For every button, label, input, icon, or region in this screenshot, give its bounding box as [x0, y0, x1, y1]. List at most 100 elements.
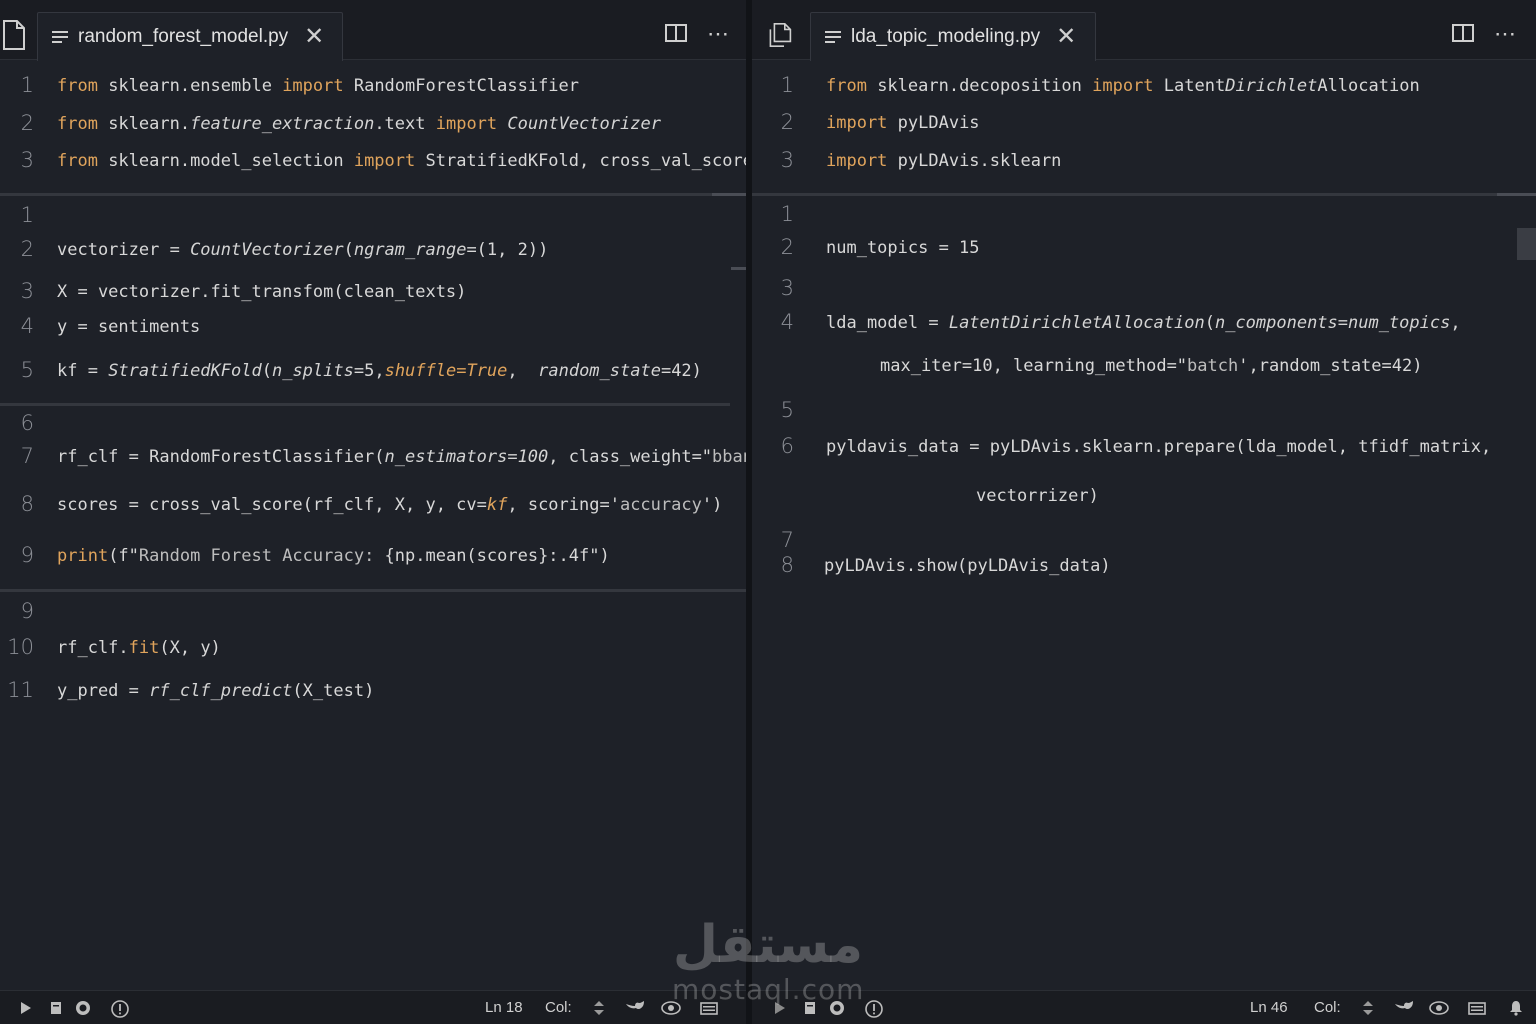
- code-token: Dirichlet: [1225, 76, 1318, 96]
- code-line[interactable]: rf_clf.fit(X, y): [57, 638, 221, 658]
- code-token: '): [701, 495, 723, 515]
- line-number: 1: [780, 202, 794, 226]
- code-token: sklearn.model_selection: [97, 151, 354, 171]
- scrollbar-thumb[interactable]: [1517, 228, 1536, 260]
- split-editor-icon[interactable]: [665, 24, 687, 42]
- scrollbar-marker[interactable]: [712, 193, 746, 196]
- code-token: (f": [108, 546, 139, 566]
- code-line[interactable]: scores = cross_val_score(rf_clf, X, y, c…: [57, 495, 722, 515]
- bell-icon[interactable]: [1508, 1000, 1524, 1016]
- document-lines-icon: [825, 31, 841, 43]
- line-number: 3: [20, 279, 34, 303]
- code-line[interactable]: lda_model = LatentDirichletAllocation(n_…: [826, 313, 1461, 333]
- scrollbar-marker[interactable]: [731, 267, 746, 270]
- code-line[interactable]: max_iter=10, learning_method="batch',ran…: [880, 356, 1422, 376]
- code-token: print: [57, 546, 109, 566]
- column-status[interactable]: Col:: [1314, 999, 1341, 1016]
- code-token: from: [57, 151, 98, 171]
- code-token: import: [826, 151, 888, 171]
- code-token: shuffle=True: [384, 361, 508, 381]
- split-editor-icon[interactable]: [1452, 24, 1474, 42]
- code-line[interactable]: from sklearn.feature_extraction.text imp…: [57, 114, 661, 134]
- code-line[interactable]: rf_clf = RandomForestClassifier(n_estima…: [57, 447, 746, 467]
- bird-icon[interactable]: [1394, 1000, 1414, 1016]
- code-token: n_estimators=100: [384, 447, 549, 467]
- code-token: , scoring=': [507, 495, 620, 515]
- code-token: CountVectorizer: [507, 114, 661, 134]
- code-token: y = sentiments: [57, 317, 201, 337]
- sort-arrows-icon[interactable]: [591, 1000, 607, 1016]
- code-line[interactable]: vectorrizer): [976, 486, 1099, 506]
- column-status[interactable]: Col:: [545, 999, 572, 1016]
- tab-random-forest-model[interactable]: random_forest_model.py ✕: [37, 12, 343, 61]
- code-line[interactable]: print(f"Random Forest Accuracy: {np.mean…: [57, 546, 610, 566]
- code-token: X = vectorizer.fit_transfom(clean_texts): [57, 282, 467, 302]
- bird-icon[interactable]: [625, 1000, 645, 1016]
- code-token: vectorrizer): [976, 486, 1099, 506]
- sort-arrows-icon[interactable]: [1360, 1000, 1376, 1016]
- code-token: , class_weight=": [548, 447, 713, 467]
- code-token: =5,: [353, 361, 385, 381]
- play-icon[interactable]: [772, 1000, 788, 1016]
- code-line[interactable]: import pyLDAvis: [826, 113, 980, 133]
- code-line[interactable]: y = sentiments: [57, 317, 200, 337]
- code-token: pyLDAvis.show(pyLDAvis_data): [824, 556, 1111, 576]
- code-token: from: [57, 76, 98, 96]
- new-file-icon[interactable]: [768, 20, 792, 50]
- keyboard-icon[interactable]: [700, 1000, 718, 1016]
- line-number: 9: [20, 599, 34, 623]
- line-number: 3: [780, 148, 794, 172]
- close-icon[interactable]: ✕: [1056, 25, 1076, 49]
- code-line[interactable]: vectorizer = CountVectorizer(ngram_range…: [57, 240, 548, 260]
- line-number: 1: [780, 73, 794, 97]
- code-token: kf: [486, 495, 508, 515]
- code-token: pyldavis_data = pyLDAvis.sklearn.prepare…: [826, 437, 1492, 457]
- code-line[interactable]: from sklearn.model_selection import Stra…: [57, 151, 746, 171]
- code-token: import: [1092, 76, 1154, 96]
- code-token: random_state: [538, 361, 661, 381]
- scrollbar-marker[interactable]: [1497, 193, 1536, 196]
- code-line[interactable]: y_pred = rf_clf_predict(X_test): [57, 681, 374, 701]
- code-token: CountVectorizer: [190, 240, 344, 260]
- record-icon[interactable]: [829, 1000, 845, 1016]
- line-number: 2: [780, 235, 794, 259]
- code-token: StratifiedKFold, cross_val_score: [415, 151, 746, 171]
- line-number: 5: [780, 398, 794, 422]
- keyboard-icon[interactable]: [1468, 1000, 1486, 1016]
- code-token: from: [826, 76, 867, 96]
- new-file-icon[interactable]: [2, 20, 26, 50]
- info-icon[interactable]: [111, 1000, 129, 1018]
- eye-icon[interactable]: [661, 1000, 681, 1016]
- info-icon[interactable]: [865, 1000, 883, 1018]
- right-status-bar: Ln 46 Col:: [752, 990, 1536, 1024]
- code-line[interactable]: X = vectorizer.fit_transfom(clean_texts): [57, 282, 466, 302]
- stop-icon[interactable]: [48, 1000, 64, 1016]
- record-icon[interactable]: [75, 1000, 91, 1016]
- left-code-area[interactable]: 1 from sklearn.ensemble import RandomFore…: [0, 62, 746, 990]
- code-line[interactable]: from sklearn.ensemble import RandomFores…: [57, 76, 579, 96]
- line-number-status[interactable]: Ln 18: [485, 999, 523, 1016]
- stop-icon[interactable]: [802, 1000, 818, 1016]
- code-token: max_iter=10, learning_method=": [880, 356, 1188, 376]
- code-line[interactable]: kf = StratifiedKFold(n_splits=5,shuffle=…: [57, 361, 702, 381]
- more-options-icon[interactable]: ⋯: [1494, 21, 1517, 47]
- close-icon[interactable]: ✕: [304, 25, 324, 49]
- code-token: vectorizer =: [57, 240, 191, 260]
- more-options-icon[interactable]: ⋯: [707, 21, 730, 47]
- line-number-status[interactable]: Ln 46: [1250, 999, 1288, 1016]
- code-token: kf =: [57, 361, 109, 381]
- right-code-area[interactable]: 1 from sklearn.decoposition import Latent…: [752, 62, 1536, 990]
- code-line[interactable]: pyLDAvis.show(pyLDAvis_data): [824, 556, 1111, 576]
- code-token: Random Forest Accuracy:: [138, 546, 385, 566]
- code-token: ngram_range: [353, 240, 467, 260]
- code-token: bbanced: [712, 447, 746, 467]
- code-line[interactable]: pyldavis_data = pyLDAvis.sklearn.prepare…: [826, 437, 1491, 457]
- eye-icon[interactable]: [1429, 1000, 1449, 1016]
- code-line[interactable]: import pyLDAvis.sklearn: [826, 151, 1061, 171]
- code-token: accuracy: [619, 495, 702, 515]
- tab-lda-topic-modeling[interactable]: lda_topic_modeling.py ✕: [810, 12, 1096, 61]
- code-line[interactable]: from sklearn.decoposition import LatentD…: [826, 76, 1420, 96]
- play-icon[interactable]: [18, 1000, 34, 1016]
- code-line[interactable]: num_topics = 15: [826, 238, 980, 258]
- code-token: (: [343, 240, 354, 260]
